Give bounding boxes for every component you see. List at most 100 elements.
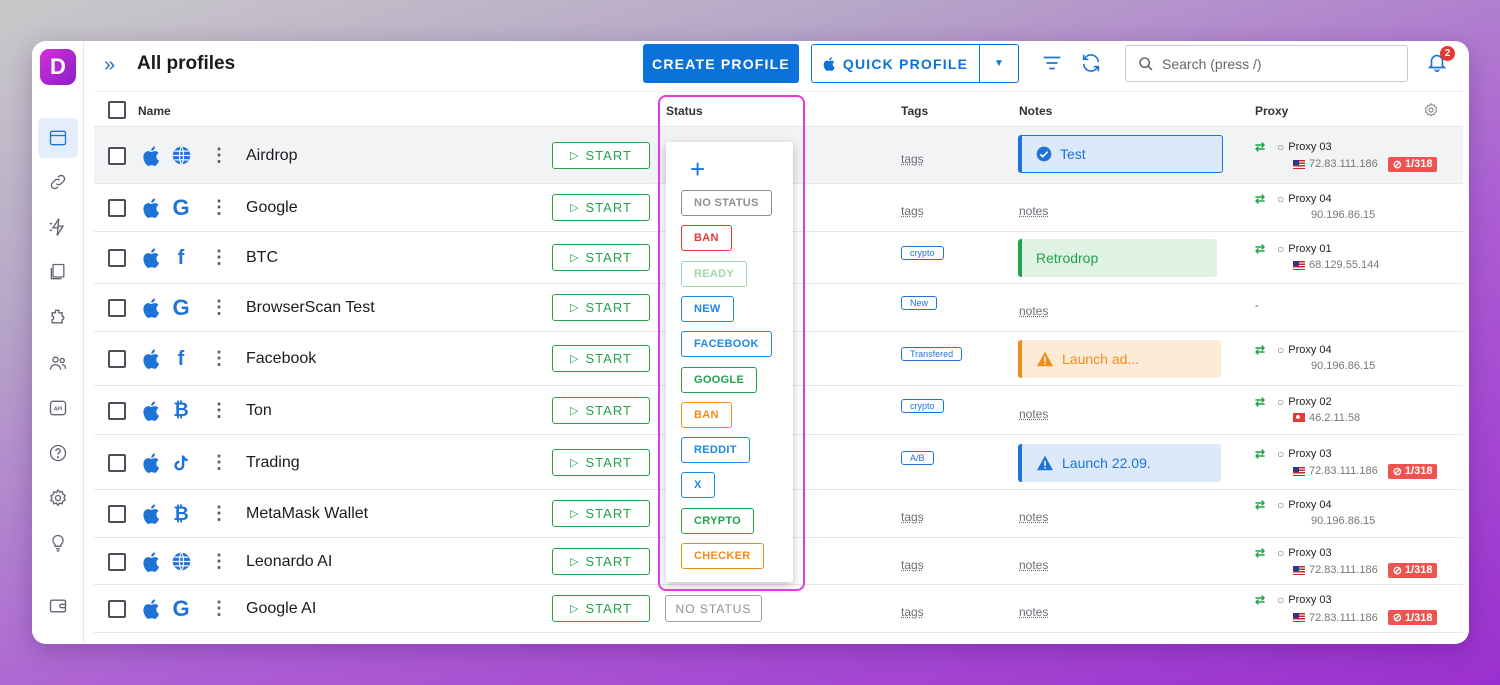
search-input[interactable] xyxy=(1162,55,1382,72)
proxy-refresh-icon[interactable]: ○ xyxy=(1277,498,1284,512)
add-status-icon[interactable]: + xyxy=(690,156,705,182)
row-checkbox[interactable] xyxy=(108,600,126,618)
select-all-checkbox[interactable] xyxy=(108,101,126,119)
row-checkbox[interactable] xyxy=(108,146,126,165)
tags-link[interactable]: tags xyxy=(901,510,924,524)
quick-profile-button[interactable]: QUICK PROFILE ▼ xyxy=(811,44,1019,83)
tag-chip[interactable]: A/B xyxy=(901,450,934,465)
quick-profile-dropdown-icon[interactable]: ▼ xyxy=(980,45,1018,82)
start-button[interactable]: ▷ START xyxy=(552,396,650,424)
tag-chip[interactable]: Transfered xyxy=(901,347,963,361)
column-name[interactable]: Name xyxy=(138,104,171,118)
status-option[interactable]: CHECKER xyxy=(681,543,764,569)
start-button[interactable]: ▷ START xyxy=(552,294,650,321)
more-options-icon[interactable]: ⋮ xyxy=(210,401,228,419)
row-checkbox[interactable] xyxy=(108,350,126,368)
status-option[interactable]: REDDIT xyxy=(681,437,750,464)
tags-link[interactable]: tags xyxy=(901,204,924,218)
status-option[interactable]: FACEBOOK xyxy=(681,331,772,358)
tag-chip[interactable]: crypto xyxy=(901,246,944,260)
start-button[interactable]: ▷ START xyxy=(552,500,650,527)
more-options-icon[interactable]: ⋮ xyxy=(210,146,228,164)
proxy-name[interactable]: ○ Proxy 03 xyxy=(1277,593,1332,607)
create-profile-button[interactable]: CREATE PROFILE xyxy=(643,44,799,83)
row-checkbox[interactable] xyxy=(108,299,126,317)
help-icon[interactable] xyxy=(42,437,74,469)
column-notes[interactable]: Notes xyxy=(1019,104,1052,118)
column-proxy[interactable]: Proxy xyxy=(1255,104,1288,118)
more-options-icon[interactable]: ⋮ xyxy=(210,349,228,367)
proxy-swap-icon[interactable]: ⇄ xyxy=(1255,546,1265,560)
start-button[interactable]: ▷ START xyxy=(552,244,650,271)
profile-name[interactable]: BrowserScan Test xyxy=(246,299,375,317)
profile-name[interactable]: MetaMask Wallet xyxy=(246,505,368,523)
column-status[interactable]: Status xyxy=(666,104,703,118)
tags-link[interactable]: tags xyxy=(901,152,924,166)
ideas-icon[interactable] xyxy=(42,527,74,559)
proxy-name[interactable]: ○ Proxy 03 xyxy=(1277,546,1332,560)
proxy-name[interactable]: ○ Proxy 01 xyxy=(1277,242,1332,256)
refresh-icon[interactable] xyxy=(1080,52,1104,76)
more-options-icon[interactable]: ⋮ xyxy=(210,248,228,266)
expand-sidebar-icon[interactable]: » xyxy=(104,54,115,77)
proxy-name[interactable]: ○ Proxy 04 xyxy=(1277,498,1332,512)
profile-name[interactable]: Leonardo AI xyxy=(246,553,332,571)
status-option[interactable]: GOOGLE xyxy=(681,366,758,393)
column-tags[interactable]: Tags xyxy=(901,104,928,118)
notes-link[interactable]: notes xyxy=(1019,407,1048,421)
wallet-icon[interactable] xyxy=(42,590,74,622)
start-button[interactable]: ▷ START xyxy=(552,194,650,221)
proxy-refresh-icon[interactable]: ○ xyxy=(1277,593,1284,607)
more-options-icon[interactable]: ⋮ xyxy=(210,504,228,522)
filter-icon[interactable] xyxy=(1041,52,1065,76)
proxy-refresh-icon[interactable]: ○ xyxy=(1277,192,1284,206)
extensions-icon[interactable] xyxy=(42,301,74,333)
proxy-name[interactable]: ○ Proxy 04 xyxy=(1277,192,1332,206)
more-options-icon[interactable]: ⋮ xyxy=(210,298,228,316)
status-badge[interactable]: NO STATUS xyxy=(665,595,762,622)
proxy-refresh-icon[interactable]: ○ xyxy=(1277,546,1284,560)
notes-link[interactable]: notes xyxy=(1019,558,1048,572)
proxy-swap-icon[interactable]: ⇄ xyxy=(1255,140,1265,154)
proxy-swap-icon[interactable]: ⇄ xyxy=(1255,498,1265,512)
note-box[interactable]: Launch 22.09. xyxy=(1018,443,1221,482)
status-option[interactable]: NEW xyxy=(681,295,734,322)
proxy-refresh-icon[interactable]: ○ xyxy=(1277,343,1284,357)
proxy-swap-icon[interactable]: ⇄ xyxy=(1255,192,1265,206)
notes-link[interactable]: notes xyxy=(1019,304,1048,318)
status-option[interactable]: X xyxy=(681,472,715,499)
proxy-name[interactable]: ○ Proxy 03 xyxy=(1277,140,1332,154)
proxy-swap-icon[interactable]: ⇄ xyxy=(1255,593,1265,607)
notes-link[interactable]: notes xyxy=(1019,605,1048,619)
row-checkbox[interactable] xyxy=(108,199,126,217)
start-button[interactable]: ▷ START xyxy=(552,547,650,575)
proxy-swap-icon[interactable]: ⇄ xyxy=(1255,343,1265,357)
notifications-button[interactable]: 2 xyxy=(1426,46,1455,78)
row-checkbox[interactable] xyxy=(108,453,126,472)
proxy-refresh-icon[interactable]: ○ xyxy=(1277,395,1284,409)
tags-link[interactable]: tags xyxy=(901,558,924,572)
more-options-icon[interactable]: ⋮ xyxy=(210,552,228,570)
status-option[interactable]: BAN xyxy=(681,225,732,252)
bookmarks-icon[interactable] xyxy=(42,256,74,288)
status-option[interactable]: NO STATUS xyxy=(681,190,772,216)
link-icon[interactable] xyxy=(42,166,74,198)
proxy-name[interactable]: ○ Proxy 03 xyxy=(1277,447,1332,461)
note-box[interactable]: Launch ad... xyxy=(1018,340,1221,378)
proxy-swap-icon[interactable]: ⇄ xyxy=(1255,395,1265,409)
status-option[interactable]: BAN xyxy=(681,401,732,428)
proxy-swap-icon[interactable]: ⇄ xyxy=(1255,242,1265,256)
quick-profile-main[interactable]: QUICK PROFILE xyxy=(812,45,980,82)
profile-name[interactable]: Trading xyxy=(246,454,300,472)
more-options-icon[interactable]: ⋮ xyxy=(210,198,228,216)
row-checkbox[interactable] xyxy=(108,505,126,523)
settings-icon[interactable] xyxy=(42,482,74,514)
notes-link[interactable]: notes xyxy=(1019,510,1048,524)
column-settings-icon[interactable] xyxy=(1423,102,1439,118)
row-checkbox[interactable] xyxy=(108,552,126,571)
tag-chip[interactable]: New xyxy=(901,296,938,310)
start-button[interactable]: ▷ START xyxy=(552,595,650,622)
profile-name[interactable]: Ton xyxy=(246,402,272,420)
profile-name[interactable]: Google AI xyxy=(246,600,316,618)
profile-name[interactable]: Airdrop xyxy=(246,147,298,165)
